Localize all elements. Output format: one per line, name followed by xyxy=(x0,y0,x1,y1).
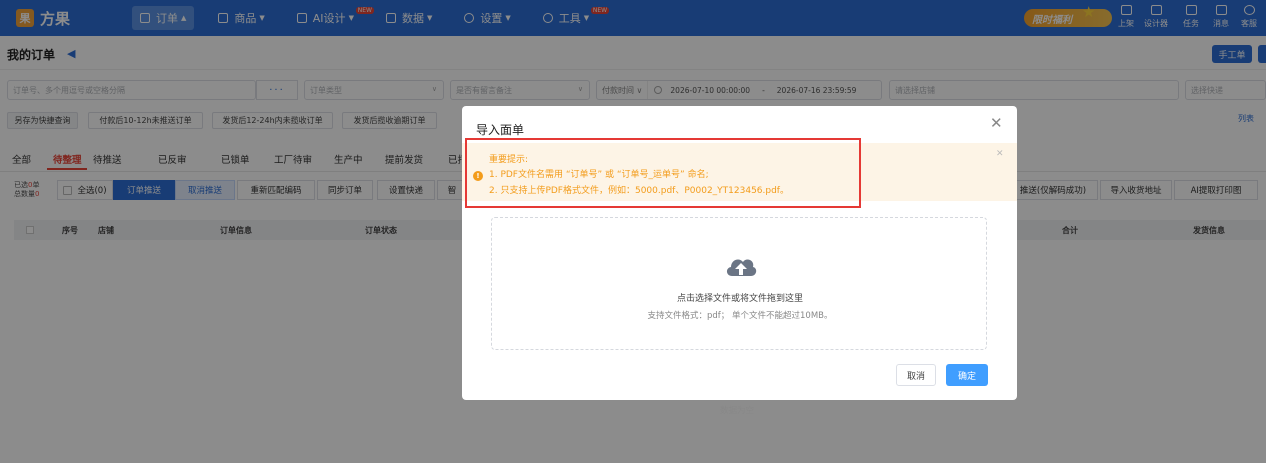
close-icon[interactable]: ✕ xyxy=(990,114,1003,132)
upload-text: 点击选择文件或将文件拖到这里 xyxy=(676,294,803,304)
confirm-button[interactable]: 确定 xyxy=(946,364,988,386)
cloud-upload-icon xyxy=(726,259,757,276)
file-dropzone[interactable]: 点击选择文件或将文件拖到这里 支持文件格式：pdf； 单个文件不能超过10MB。 xyxy=(491,217,987,350)
cancel-button[interactable]: 取消 xyxy=(896,364,936,386)
upload-hint: 支持文件格式：pdf； 单个文件不能超过10MB。 xyxy=(647,311,833,321)
empty-state-text: 数据为空 xyxy=(720,406,755,416)
dialog-title: 导入面单 xyxy=(476,123,525,137)
highlight-box xyxy=(465,138,861,208)
alert-close-icon[interactable]: ✕ xyxy=(996,149,1004,159)
